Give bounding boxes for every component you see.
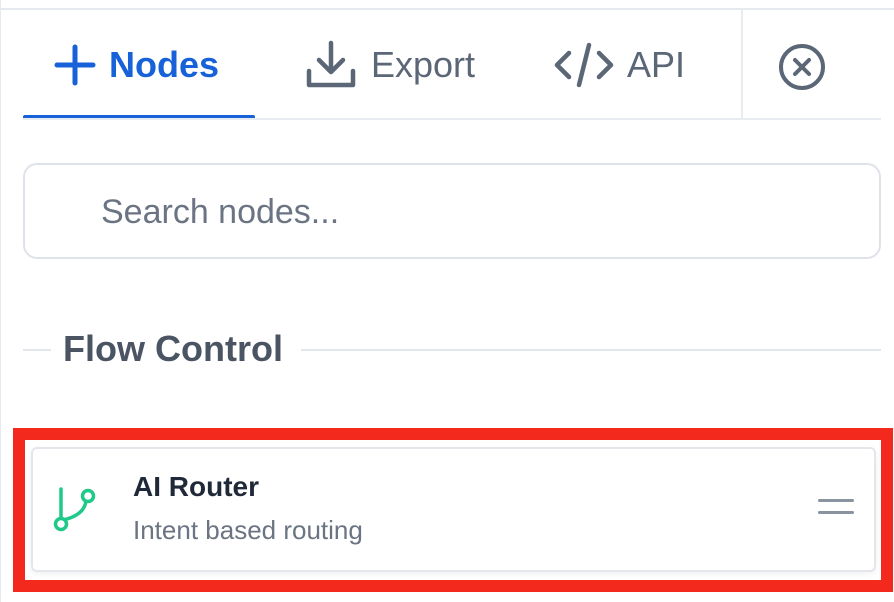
tab-bar-divider [23,118,881,120]
drag-handle-bar-top [818,499,854,502]
tab-nodes-label: Nodes [109,44,220,85]
section-title: Flow Control [63,328,283,369]
close-circle-icon [777,42,827,97]
tab-separator [741,10,743,120]
download-icon [303,37,359,93]
section-divider-right [301,349,881,351]
drag-handle-icon[interactable] [818,499,854,521]
node-card-ai-router[interactable]: AI Router Intent based routing [31,447,876,572]
search-input[interactable] [99,165,863,259]
search-box [23,163,881,259]
tab-export-label: Export [371,44,476,85]
plus-icon [53,43,97,87]
tab-api-label: API [627,44,686,85]
close-button[interactable] [777,42,827,97]
git-branch-icon [51,485,99,533]
drag-handle-bar-bottom [818,511,854,514]
section-divider-left [23,349,51,351]
tab-nodes[interactable]: Nodes [23,10,255,120]
node-title: AI Router [133,471,259,502]
tab-bar: Nodes Export API [23,10,881,120]
nodes-panel: Nodes Export API Search nodes... Flow Co… [0,0,894,602]
tab-export[interactable]: Export [303,10,475,120]
code-icon [553,41,615,89]
node-subtitle: Intent based routing [133,515,363,545]
tab-api[interactable]: API [553,10,685,120]
section-header-flow-control: Flow Control [23,320,881,380]
